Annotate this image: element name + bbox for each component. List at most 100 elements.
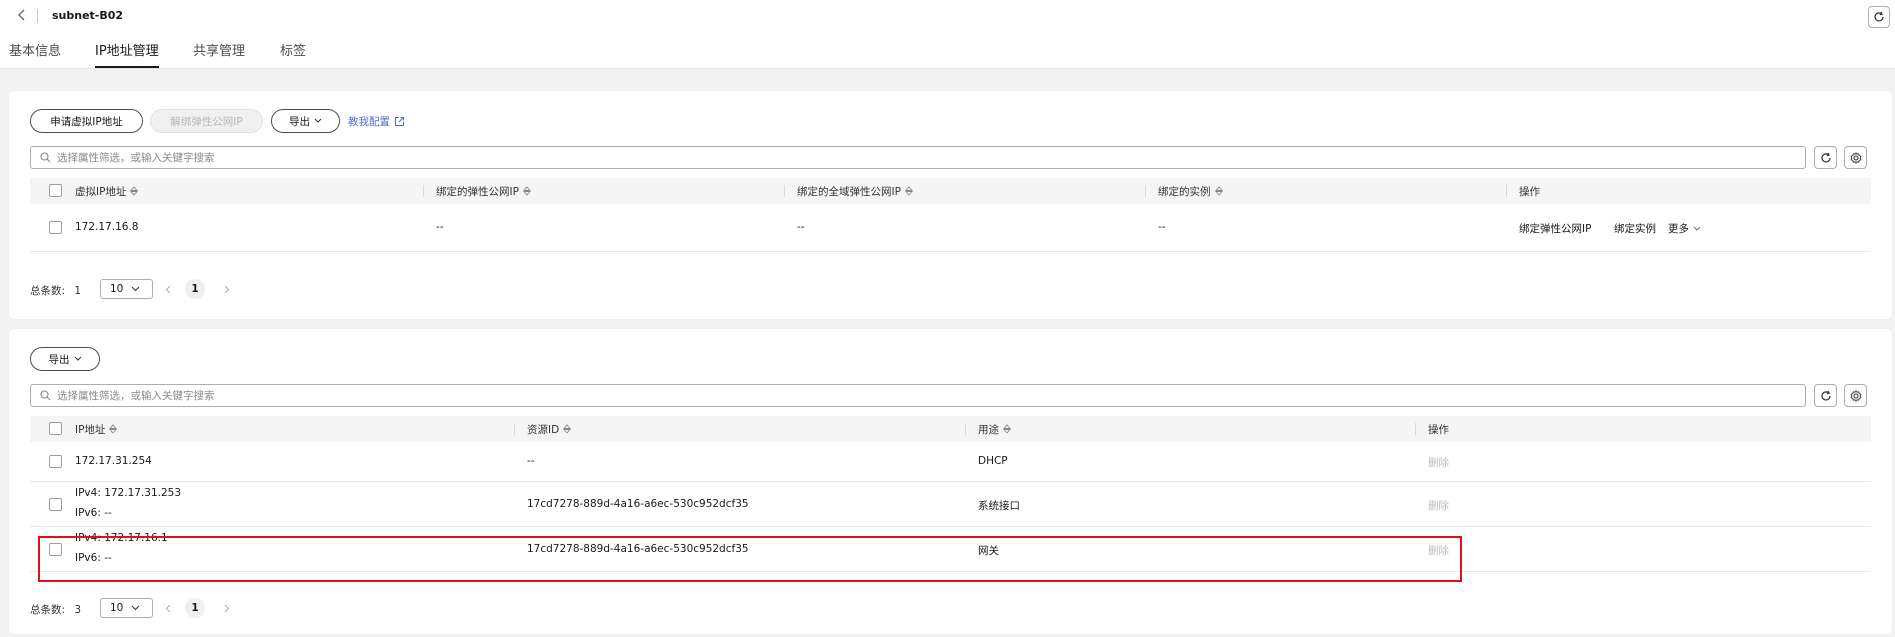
- row-checkbox[interactable]: [49, 498, 62, 511]
- virtual-ip-search-input[interactable]: 选择属性筛选，或输入关键字搜索: [30, 146, 1806, 169]
- chevron-down-icon: [132, 286, 140, 292]
- unbind-eip-button: 解绑弹性公网IP: [150, 109, 263, 133]
- chevron-down-icon: [314, 118, 322, 123]
- ip-list-table-header: IP地址 资源ID 用途 操作: [30, 416, 1871, 442]
- refresh-icon: [1874, 11, 1884, 22]
- row-checkbox[interactable]: [49, 543, 62, 556]
- sort-icon: [1003, 424, 1011, 434]
- tab-ip-management[interactable]: IP地址管理: [95, 40, 159, 68]
- global-eip-cell: --: [797, 221, 805, 233]
- page-number-button[interactable]: 1: [185, 598, 205, 618]
- usage-cell: DHCP: [978, 455, 1008, 467]
- eip-cell: --: [436, 221, 444, 233]
- chevron-left-icon: [165, 285, 171, 293]
- more-label: 更多: [1668, 223, 1689, 235]
- next-page-button[interactable]: [222, 284, 232, 294]
- external-link-icon: [395, 117, 404, 126]
- column-separator: [423, 185, 424, 197]
- sort-icon: [904, 186, 913, 196]
- chevron-left-icon: [165, 604, 171, 612]
- more-actions-dropdown[interactable]: 更多: [1668, 221, 1701, 236]
- delete-link: 删除: [1428, 545, 1449, 557]
- settings-button[interactable]: [1844, 146, 1867, 169]
- search-placeholder: 选择属性筛选，或输入关键字搜索: [57, 152, 215, 164]
- sort-icon: [563, 424, 572, 434]
- search-icon: [40, 152, 51, 163]
- bind-instance-link[interactable]: 绑定实例: [1614, 221, 1656, 236]
- tab-basic-info[interactable]: 基本信息: [9, 40, 61, 68]
- column-header-actions: 操作: [1519, 178, 1540, 204]
- column-header[interactable]: 资源ID: [527, 416, 572, 442]
- ip-list-panel: 导出 选择属性筛选，或输入关键字搜索 IP地址 资源ID 用途 操作 172.1…: [9, 329, 1892, 634]
- total-count: 1: [74, 285, 82, 297]
- page-size-select[interactable]: 10: [100, 279, 153, 299]
- sort-icon: [522, 186, 531, 196]
- bind-eip-link[interactable]: 绑定弹性公网IP: [1519, 221, 1591, 236]
- tab-share-management[interactable]: 共享管理: [193, 40, 245, 68]
- page-number-button[interactable]: 1: [185, 279, 205, 299]
- ip-list-search-input[interactable]: 选择属性筛选，或输入关键字搜索: [30, 384, 1806, 407]
- select-all-checkbox[interactable]: [49, 184, 62, 197]
- instance-cell: --: [1158, 221, 1166, 233]
- unbind-eip-label: 解绑弹性公网IP: [170, 115, 243, 128]
- column-label: IP地址: [75, 423, 106, 436]
- virtual-ip-cell: 172.17.16.8: [75, 221, 139, 233]
- delete-link: 删除: [1428, 457, 1449, 469]
- sort-icon: [109, 424, 118, 434]
- page-refresh-button[interactable]: [1868, 6, 1890, 28]
- resource-id-cell: 17cd7278-889d-4a16-a6ec-530c952dcf35: [527, 543, 749, 555]
- column-header[interactable]: 绑定的全域弹性公网IP: [797, 178, 913, 204]
- column-label: 资源ID: [527, 423, 560, 436]
- column-label: 绑定的全域弹性公网IP: [797, 185, 901, 198]
- ipv4-address-cell: IPv4: 172.17.31.253: [75, 487, 182, 499]
- row-checkbox[interactable]: [49, 221, 62, 234]
- column-header[interactable]: 虚拟IP地址: [75, 178, 139, 204]
- tutorial-link[interactable]: 教我配置: [348, 114, 405, 129]
- settings-button[interactable]: [1844, 384, 1867, 407]
- column-label: 绑定的弹性公网IP: [436, 185, 519, 198]
- column-header[interactable]: 绑定的实例: [1158, 178, 1223, 204]
- tab-tags[interactable]: 标签: [280, 40, 306, 68]
- column-label: 用途: [978, 423, 999, 436]
- search-icon: [40, 390, 51, 401]
- refresh-button[interactable]: [1814, 146, 1837, 169]
- table-row: 172.17.31.254 -- DHCP 删除: [30, 442, 1871, 482]
- total-label: 总条数:: [30, 604, 66, 616]
- apply-virtual-ip-button[interactable]: 申请虚拟IP地址: [30, 109, 143, 133]
- back-button[interactable]: [13, 6, 31, 24]
- export-button[interactable]: 导出: [271, 109, 340, 133]
- column-header[interactable]: 用途: [978, 416, 1011, 442]
- resource-id-cell: 17cd7278-889d-4a16-a6ec-530c952dcf35: [527, 498, 749, 510]
- chevron-down-icon: [132, 605, 140, 611]
- page-size-value: 10: [110, 602, 124, 614]
- table-row: IPv4: 172.17.31.253 IPv6: -- 17cd7278-88…: [30, 482, 1871, 527]
- column-header[interactable]: 绑定的弹性公网IP: [436, 178, 531, 204]
- virtual-ip-table-header: 虚拟IP地址 绑定的弹性公网IP 绑定的全域弹性公网IP 绑定的实例 操作: [30, 178, 1871, 204]
- column-header-actions: 操作: [1428, 416, 1449, 442]
- resource-id-cell: --: [527, 455, 535, 467]
- page-header: subnet-B02 基本信息 IP地址管理 共享管理 标签: [0, 0, 1895, 69]
- row-checkbox[interactable]: [49, 455, 62, 468]
- page-size-value: 10: [110, 283, 124, 295]
- usage-cell: 网关: [978, 545, 999, 557]
- refresh-button[interactable]: [1814, 384, 1837, 407]
- pagination-total: 总条数: 1: [30, 283, 81, 298]
- export-label: 导出: [289, 115, 310, 128]
- prev-page-button[interactable]: [163, 284, 173, 294]
- column-separator: [784, 185, 785, 197]
- next-page-button[interactable]: [222, 603, 232, 613]
- column-header[interactable]: IP地址: [75, 416, 118, 442]
- chevron-right-icon: [224, 285, 230, 293]
- select-all-checkbox[interactable]: [49, 422, 62, 435]
- export-label: 导出: [48, 353, 70, 366]
- chevron-down-icon: [1693, 226, 1701, 231]
- table-row: IPv4: 172.17.16.1 IPv6: -- 17cd7278-889d…: [30, 527, 1871, 572]
- refresh-icon: [1820, 152, 1831, 162]
- page-size-select[interactable]: 10: [100, 598, 153, 618]
- sort-icon: [1214, 186, 1223, 196]
- prev-page-button[interactable]: [163, 603, 173, 613]
- export-button[interactable]: 导出: [30, 347, 100, 371]
- table-row: 172.17.16.8 -- -- -- 绑定弹性公网IP 绑定实例 更多: [30, 204, 1871, 252]
- chevron-down-icon: [74, 356, 81, 361]
- sort-icon: [130, 186, 139, 196]
